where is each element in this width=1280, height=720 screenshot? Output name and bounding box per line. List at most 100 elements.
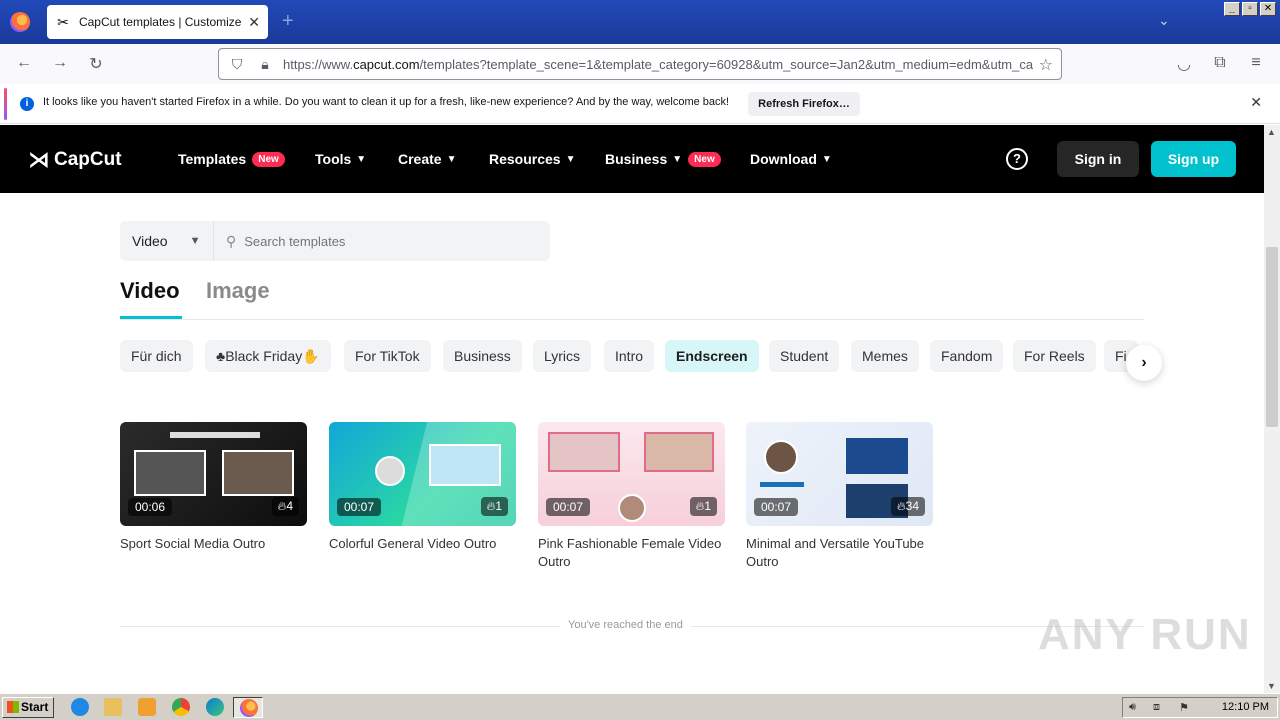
chip-for-reels[interactable]: For Reels (1013, 340, 1096, 372)
shield-icon[interactable]: ⛉ (227, 56, 247, 73)
tab-title: CapCut templates | Customize your (78, 15, 244, 29)
template-type-select[interactable]: Video ▼ (120, 221, 214, 261)
nav-templates[interactable]: Templates New (178, 125, 285, 193)
anyrun-watermark: ANY RUN (1038, 610, 1252, 659)
chip-memes[interactable]: Memes (851, 340, 919, 372)
chip-student[interactable]: Student (769, 340, 840, 372)
firefox-icon (240, 699, 258, 717)
sign-in-button[interactable]: Sign in (1057, 141, 1139, 177)
scroll-up-icon[interactable]: ▲ (1267, 127, 1276, 137)
info-icon: i (20, 97, 34, 111)
template-title[interactable]: Colorful General Video Outro (329, 535, 516, 553)
nav-business-label: Business (605, 151, 668, 167)
template-title[interactable]: Pink Fashionable Female Video Outro (538, 535, 725, 571)
chip-business[interactable]: Business (443, 340, 522, 372)
tab-video[interactable]: Video (120, 278, 180, 304)
list-tabs-chevron-icon[interactable]: ⌄ (1158, 12, 1170, 29)
template-thumbnail[interactable]: 00:07 🔥︎1 (329, 422, 516, 526)
template-thumbnail[interactable]: 00:06 🔥︎4 (120, 422, 307, 526)
chip-fur-dich[interactable]: Für dich (120, 340, 193, 372)
chip-black-friday[interactable]: ♣Black Friday✋ (205, 340, 331, 372)
notification-message: It looks like you haven't started Firefo… (43, 96, 730, 108)
system-tray: 🔊︎ ⧈ ⚑ 12:10 PM (1122, 697, 1278, 718)
edge-icon[interactable] (206, 698, 224, 716)
new-badge: New (252, 151, 285, 167)
tab-close-icon[interactable]: ✕ (248, 14, 260, 31)
chevron-down-icon: ▼ (446, 153, 457, 165)
template-title[interactable]: Minimal and Versatile YouTube Outro (746, 535, 933, 571)
lock-icon[interactable]: 🔒︎ (255, 56, 275, 73)
scrollbar-thumb[interactable] (1266, 247, 1278, 427)
firefox-taskbar-button[interactable] (233, 697, 263, 718)
usage-count-badge: 🔥︎1 (480, 497, 508, 516)
sign-up-button[interactable]: Sign up (1151, 141, 1236, 177)
capcut-logo[interactable]: ⋊ CapCut (28, 147, 122, 173)
nav-business[interactable]: Business ▼ New (605, 125, 721, 193)
maximize-button[interactable]: ▫ (1242, 2, 1258, 16)
window-controls: _ ▫ ✕ (1224, 2, 1276, 16)
network-icon[interactable]: ⧈ (1153, 701, 1160, 714)
template-card[interactable]: 00:07 🔥︎1 Pink Fashionable Female Video … (538, 422, 725, 571)
tab-image[interactable]: Image (206, 278, 270, 304)
internet-explorer-icon[interactable] (71, 698, 89, 716)
chevron-right-icon[interactable]: › (1126, 345, 1162, 381)
bookmark-star-icon[interactable]: ☆ (1039, 55, 1053, 75)
chip-endscreen[interactable]: Endscreen (665, 340, 759, 372)
nav-resources[interactable]: Resources ▼ (489, 125, 576, 193)
duration-badge: 00:07 (546, 498, 591, 516)
template-title[interactable]: Sport Social Media Outro (120, 535, 307, 553)
template-search-bar: Video ▼ ⚲ (120, 221, 550, 261)
scroll-down-icon[interactable]: ▼ (1267, 681, 1276, 691)
new-tab-icon[interactable]: + (282, 10, 294, 33)
address-bar[interactable]: ⛉ 🔒︎ https://www.capcut.com/templates?te… (218, 48, 1062, 80)
minimize-button[interactable]: _ (1224, 2, 1240, 16)
reload-icon[interactable]: ↻ (86, 54, 106, 74)
menu-hamburger-icon[interactable]: ≡ (1246, 54, 1266, 72)
nav-tools-label: Tools (315, 151, 352, 167)
back-arrow-icon[interactable]: ← (14, 54, 34, 72)
action-center-flag-icon[interactable]: ⚑ (1179, 701, 1189, 714)
search-input[interactable] (244, 233, 525, 249)
template-card[interactable]: 00:07 🔥︎34 Minimal and Versatile YouTube… (746, 422, 933, 571)
chevron-down-icon: ▼ (821, 153, 832, 165)
start-button[interactable]: Start (2, 697, 54, 718)
nav-templates-label: Templates (178, 151, 247, 167)
windows-flag-icon (7, 701, 19, 713)
chevron-down-icon: ▼ (672, 153, 683, 165)
end-of-list-text: You've reached the end (560, 619, 691, 631)
nav-download-label: Download (750, 151, 817, 167)
nav-tools[interactable]: Tools ▼ (315, 125, 366, 193)
browser-tab-capcut[interactable]: ✂ CapCut templates | Customize your ✕ (47, 5, 268, 39)
extensions-icon[interactable]: ⧉ (1210, 54, 1230, 72)
close-window-button[interactable]: ✕ (1260, 2, 1276, 16)
chip-intro[interactable]: Intro (604, 340, 655, 372)
chip-fandom[interactable]: Fandom (930, 340, 1004, 372)
file-explorer-icon[interactable] (104, 698, 122, 716)
notification-close-icon[interactable]: ✕ (1250, 94, 1262, 111)
nav-resources-label: Resources (489, 151, 561, 167)
firefox-refresh-notification: i It looks like you haven't started Fire… (0, 84, 1280, 124)
category-chips: Für dich ♣Black Friday✋ For TikTok Busin… (120, 340, 1144, 372)
template-card[interactable]: 00:06 🔥︎4 Sport Social Media Outro (120, 422, 307, 553)
url-text[interactable]: https://www.capcut.com/templates?templat… (283, 57, 1033, 72)
chrome-icon[interactable] (172, 698, 190, 716)
template-thumbnail[interactable]: 00:07 🔥︎1 (538, 422, 725, 526)
chip-for-tiktok[interactable]: For TikTok (344, 340, 431, 372)
template-thumbnail[interactable]: 00:07 🔥︎34 (746, 422, 933, 526)
template-card[interactable]: 00:07 🔥︎1 Colorful General Video Outro (329, 422, 516, 553)
pocket-icon[interactable]: ◡ (1174, 54, 1194, 74)
forward-arrow-icon[interactable]: → (50, 54, 70, 72)
help-icon[interactable]: ? (1006, 148, 1028, 170)
page-scrollbar[interactable]: ▲ ▼ (1264, 125, 1280, 693)
firefox-logo-icon[interactable] (10, 12, 30, 32)
chip-lyrics[interactable]: Lyrics (533, 340, 592, 372)
browser-tab-strip: ✂ CapCut templates | Customize your ✕ + … (0, 0, 1280, 44)
media-player-icon[interactable] (138, 698, 156, 716)
nav-create[interactable]: Create ▼ (398, 125, 457, 193)
volume-icon[interactable]: 🔊︎ (1129, 701, 1136, 714)
duration-badge: 00:07 (754, 498, 799, 516)
capcut-logo-text: CapCut (54, 149, 122, 170)
taskbar-clock: 12:10 PM (1221, 701, 1269, 713)
refresh-firefox-button[interactable]: Refresh Firefox… (748, 92, 860, 116)
nav-download[interactable]: Download ▼ (750, 125, 832, 193)
